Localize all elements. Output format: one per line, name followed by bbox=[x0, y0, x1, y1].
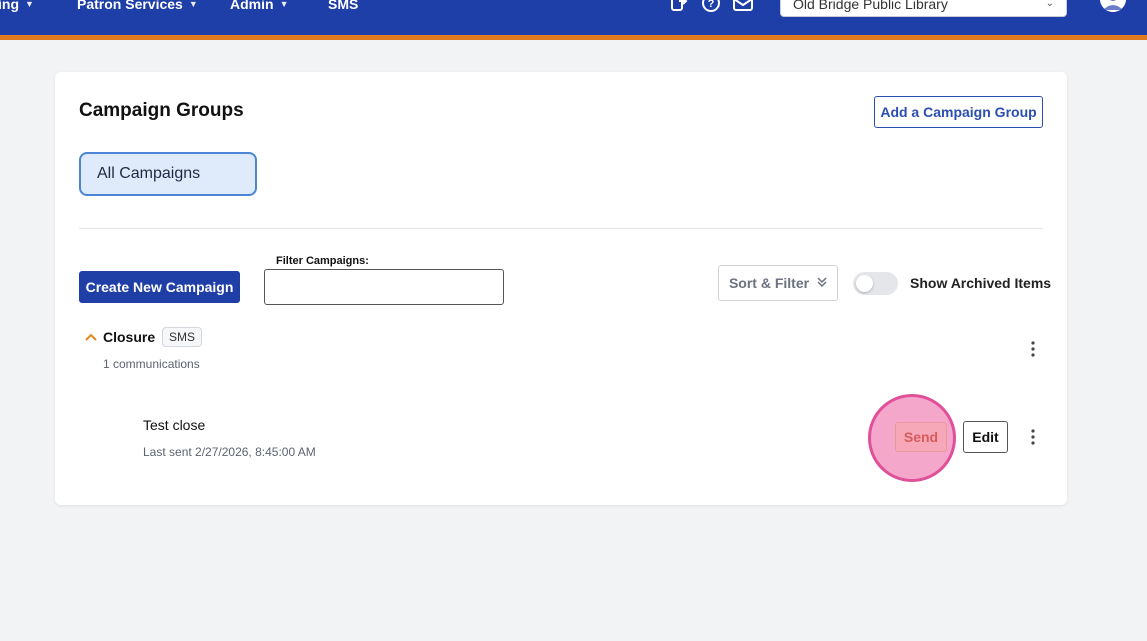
avatar[interactable] bbox=[1100, 0, 1126, 12]
all-campaigns-tab[interactable]: All Campaigns bbox=[79, 152, 257, 196]
export-icon[interactable] bbox=[668, 0, 690, 14]
campaign-name: Test close bbox=[143, 417, 206, 433]
divider bbox=[79, 228, 1043, 229]
chevron-up-icon[interactable] bbox=[84, 330, 98, 344]
nav-item-label: ing bbox=[0, 0, 19, 12]
double-chevron-down-icon bbox=[817, 275, 827, 291]
nav-item-label: Patron Services bbox=[77, 0, 183, 12]
chevron-down-icon: ▼ bbox=[188, 0, 198, 9]
edit-button[interactable]: Edit bbox=[963, 421, 1008, 453]
sort-filter-button[interactable]: Sort & Filter bbox=[718, 265, 838, 301]
show-archived-label: Show Archived Items bbox=[910, 275, 1052, 291]
show-archived-toggle[interactable] bbox=[853, 272, 898, 295]
page-title: Campaign Groups bbox=[79, 100, 244, 121]
nav-item-marketing[interactable]: ing ▼ bbox=[0, 0, 34, 14]
campaign-more-options-icon[interactable] bbox=[1023, 425, 1043, 449]
sort-filter-label: Sort & Filter bbox=[728, 275, 810, 291]
group-name: Closure bbox=[103, 329, 156, 345]
library-select-value: Old Bridge Public Library bbox=[793, 0, 948, 12]
nav-item-patron-services[interactable]: Patron Services ▼ bbox=[77, 0, 198, 14]
add-campaign-group-button[interactable]: Add a Campaign Group bbox=[874, 96, 1043, 128]
chevron-down-icon: ⌄ bbox=[1045, 0, 1054, 9]
nav-item-sms[interactable]: SMS bbox=[328, 0, 358, 14]
mail-icon[interactable] bbox=[732, 0, 754, 14]
svg-text:?: ? bbox=[708, 0, 715, 10]
create-new-campaign-button[interactable]: Create New Campaign bbox=[79, 271, 240, 303]
campaign-last-sent: Last sent 2/27/2026, 8:45:00 AM bbox=[143, 445, 316, 459]
library-select[interactable]: Old Bridge Public Library ⌄ bbox=[780, 0, 1067, 17]
chevron-down-icon: ▼ bbox=[25, 0, 34, 9]
help-icon[interactable]: ? bbox=[700, 0, 722, 14]
nav-icon-group: ? bbox=[668, 0, 754, 14]
chevron-down-icon: ▼ bbox=[279, 0, 289, 9]
channel-badge: SMS bbox=[162, 327, 203, 347]
filter-campaigns-input[interactable] bbox=[264, 269, 504, 305]
group-communications-count: 1 communications bbox=[103, 357, 200, 371]
campaign-groups-card: Campaign Groups Add a Campaign Group All… bbox=[55, 72, 1067, 505]
nav-item-admin[interactable]: Admin ▼ bbox=[230, 0, 288, 14]
group-more-options-icon[interactable] bbox=[1023, 337, 1043, 361]
filter-campaigns-label: Filter Campaigns: bbox=[276, 255, 369, 267]
send-button[interactable]: Send bbox=[895, 422, 947, 452]
nav-item-label: Admin bbox=[230, 0, 274, 12]
nav-accent-bar bbox=[0, 35, 1147, 40]
top-nav: ing ▼ Patron Services ▼ Admin ▼ SMS ? Ol… bbox=[0, 0, 1147, 35]
toggle-knob bbox=[856, 275, 873, 292]
nav-item-label: SMS bbox=[328, 0, 359, 12]
